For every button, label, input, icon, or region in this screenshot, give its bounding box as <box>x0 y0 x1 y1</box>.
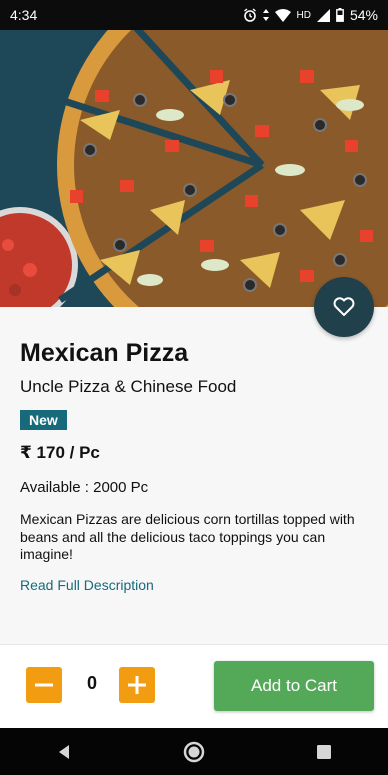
favorite-button[interactable] <box>314 277 374 337</box>
availability: Available : 2000 Pc <box>20 479 149 496</box>
status-bar: 4:34 HD 54% <box>0 0 388 30</box>
battery-icon <box>336 8 344 22</box>
cart-bar: 0 Add to Cart <box>0 644 388 728</box>
recents-icon[interactable] <box>315 743 333 761</box>
alarm-icon <box>243 8 256 22</box>
plus-icon <box>128 676 146 694</box>
signal-icon <box>316 8 330 22</box>
decrease-quantity-button[interactable] <box>26 667 62 703</box>
data-arrows-icon <box>262 9 269 21</box>
minus-icon <box>35 683 53 687</box>
battery-level: 54% <box>349 7 378 23</box>
product-description: Mexican Pizzas are delicious corn tortil… <box>20 511 355 562</box>
product-price: ₹ 170 / Pc <box>20 443 100 462</box>
back-icon[interactable] <box>55 743 73 761</box>
increase-quantity-button[interactable] <box>119 667 155 703</box>
heart-icon <box>333 297 355 316</box>
quantity-value: 0 <box>86 673 97 693</box>
status-icons: HD 54% <box>243 7 378 23</box>
vendor-name: Uncle Pizza & Chinese Food <box>20 377 237 396</box>
add-to-cart-button[interactable]: Add to Cart <box>214 661 374 711</box>
product-details: Mexican Pizza Uncle Pizza & Chinese Food… <box>0 307 388 644</box>
system-nav-bar <box>0 728 388 775</box>
wifi-icon <box>274 8 291 22</box>
home-icon[interactable] <box>182 740 206 764</box>
new-badge: New <box>20 410 67 430</box>
network-type: HD <box>296 9 311 21</box>
product-image <box>0 30 388 307</box>
status-time: 4:34 <box>10 7 38 23</box>
read-full-description-link[interactable]: Read Full Description <box>20 577 154 593</box>
product-title: Mexican Pizza <box>20 339 189 367</box>
